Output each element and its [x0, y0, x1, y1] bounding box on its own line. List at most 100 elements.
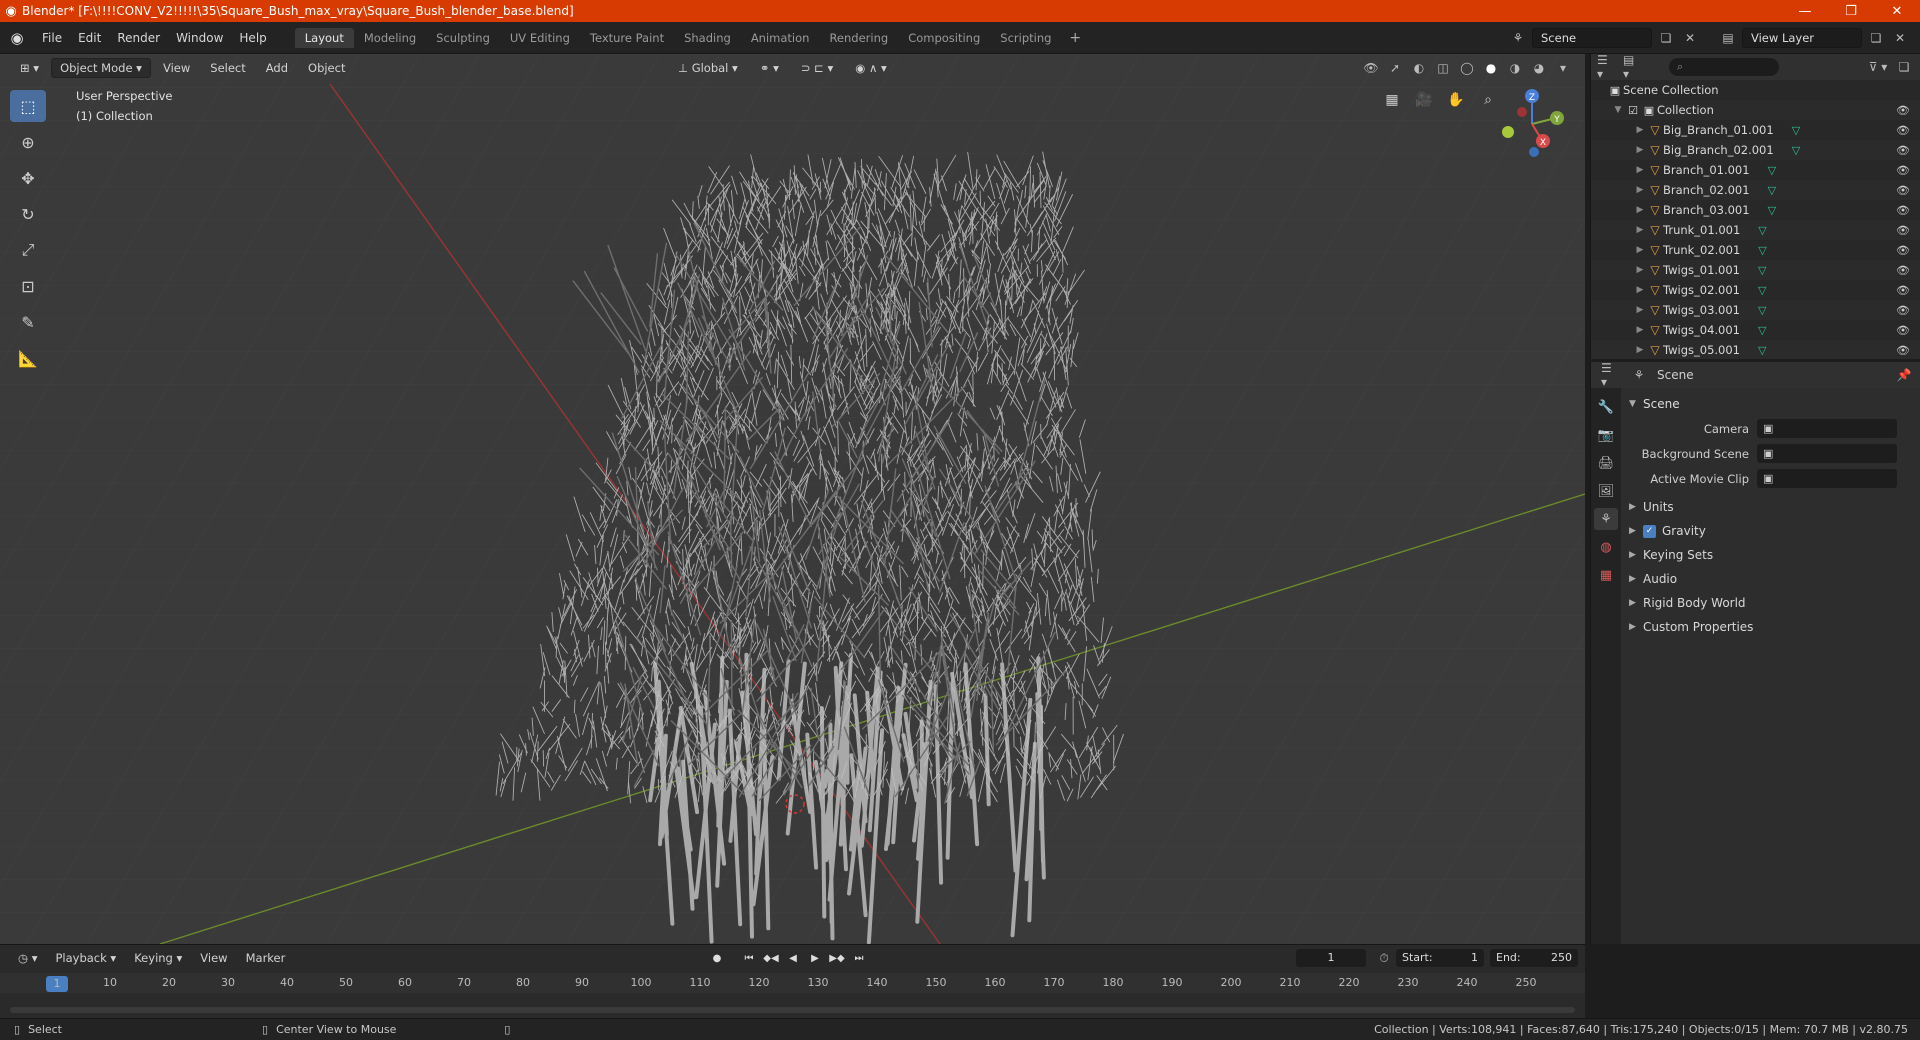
eye-icon[interactable]: 👁 [1896, 104, 1910, 117]
new-view-layer-icon[interactable]: ❏ [1866, 28, 1886, 48]
menu-marker[interactable]: Marker [238, 948, 294, 968]
tab-sculpting[interactable]: Sculpting [426, 28, 500, 48]
editor-type-icon[interactable]: ⊞ ▾ [12, 58, 47, 78]
outliner-editor-icon[interactable]: ☰ ▾ [1597, 54, 1617, 81]
mesh-data-icon[interactable]: ▽ [1758, 264, 1766, 277]
outliner-object-row[interactable]: ▶ ▽ Twigs_05.001 ▽ 👁 [1591, 340, 1920, 359]
menu-window[interactable]: Window [168, 31, 231, 45]
menu-keying[interactable]: Keying ▾ [126, 948, 190, 968]
jump-start-icon[interactable]: ⏮ [740, 949, 758, 967]
expand-arrow-icon[interactable]: ▶ [1633, 225, 1647, 235]
current-frame-field[interactable]: 1 [1296, 949, 1366, 967]
menu-render[interactable]: Render [109, 31, 168, 45]
outliner-object-row[interactable]: ▶ ▽ Big_Branch_02.001 ▽ 👁 [1591, 140, 1920, 160]
subpanel-header[interactable]: ▶ Audio [1623, 567, 1919, 591]
filter-icon[interactable]: ⊽ ▾ [1868, 57, 1888, 77]
scene-tab-icon[interactable]: ⚘ [1594, 508, 1618, 530]
outliner-object-row[interactable]: ▶ ▽ Branch_01.001 ▽ 👁 [1591, 160, 1920, 180]
scene-section-header[interactable]: ▼ Scene [1623, 392, 1919, 416]
record-icon[interactable]: ● [708, 949, 726, 967]
expand-arrow-icon[interactable]: ▶ [1633, 205, 1647, 215]
subpanel-header[interactable]: ▶ Units [1623, 495, 1919, 519]
scale-tool-icon[interactable]: ⤢ [10, 234, 46, 266]
expand-arrow-icon[interactable]: ▶ [1633, 245, 1647, 255]
eye-icon[interactable]: 👁 [1896, 344, 1910, 357]
navigation-gizmo[interactable]: Z Y X [1490, 84, 1570, 164]
minimize-button[interactable]: — [1782, 0, 1828, 22]
eye-icon[interactable]: 👁 [1896, 304, 1910, 317]
display-mode-icon[interactable]: ▤ ▾ [1623, 54, 1643, 81]
eye-icon[interactable]: 👁 [1896, 124, 1910, 137]
tab-modeling[interactable]: Modeling [354, 28, 426, 48]
output-tab-icon[interactable]: 🖨 [1594, 452, 1618, 474]
transform-tool-icon[interactable]: ⊡ [10, 270, 46, 302]
timeline-editor-icon[interactable]: ◷ ▾ [10, 948, 45, 968]
menu-select[interactable]: Select [202, 58, 253, 78]
stopwatch-icon[interactable]: ⏱ [1374, 948, 1394, 968]
menu-help[interactable]: Help [231, 31, 274, 45]
outliner-object-row[interactable]: ▶ ▽ Branch_03.001 ▽ 👁 [1591, 200, 1920, 220]
rendered-shading-icon[interactable]: ◕ [1529, 58, 1549, 78]
tab-scripting[interactable]: Scripting [990, 28, 1061, 48]
tab-shading[interactable]: Shading [674, 28, 741, 48]
close-button[interactable]: ✕ [1874, 0, 1920, 22]
outliner-object-row[interactable]: ▶ ▽ Trunk_01.001 ▽ 👁 [1591, 220, 1920, 240]
expand-arrow-icon[interactable]: ▶ [1633, 305, 1647, 315]
outliner-object-row[interactable]: ▶ ▽ Twigs_04.001 ▽ 👁 [1591, 320, 1920, 340]
scene-field[interactable]: Scene [1532, 27, 1652, 48]
eye-icon[interactable]: 👁 [1896, 184, 1910, 197]
material-shading-icon[interactable]: ◑ [1505, 58, 1525, 78]
scene-icon[interactable]: ⚘ [1508, 28, 1528, 48]
rotate-tool-icon[interactable]: ↻ [10, 198, 46, 230]
grid-toggle-icon[interactable]: ▦ [1380, 88, 1404, 112]
xray-icon[interactable]: ◫ [1433, 58, 1453, 78]
mesh-data-icon[interactable]: ▽ [1758, 224, 1766, 237]
mesh-data-icon[interactable]: ▽ [1768, 184, 1776, 197]
blender-menu-icon[interactable]: ◉ [0, 29, 34, 47]
checkbox-icon[interactable]: ☑ [1625, 104, 1641, 117]
tab-rendering[interactable]: Rendering [819, 28, 898, 48]
pivot-icon[interactable]: ⚭ ▾ [752, 58, 787, 78]
mesh-data-icon[interactable]: ▽ [1758, 344, 1766, 357]
expand-arrow-icon[interactable]: ▶ [1633, 145, 1647, 155]
property-value-field[interactable]: ▣ [1757, 444, 1897, 463]
tab-uv-editing[interactable]: UV Editing [500, 28, 580, 48]
shading-options-icon[interactable]: ▾ [1553, 58, 1573, 78]
tab-layout[interactable]: Layout [294, 27, 354, 48]
frame-ruler[interactable]: 1 10 20 30 40 50 60 70 80 90 100 110 120 130 140 150 16… [0, 973, 1585, 993]
eye-icon[interactable]: 👁 [1896, 224, 1910, 237]
render-tab-icon[interactable]: 📷 [1594, 424, 1618, 446]
menu-view[interactable]: View [155, 58, 198, 78]
texture-tab-icon[interactable]: ▦ [1594, 564, 1618, 586]
eye-icon[interactable]: 👁 [1896, 144, 1910, 157]
subpanel-header[interactable]: ▶ Keying Sets [1623, 543, 1919, 567]
outliner-object-row[interactable]: ▶ ▽ Branch_02.001 ▽ 👁 [1591, 180, 1920, 200]
move-tool-icon[interactable]: ✥ [10, 162, 46, 194]
annotate-tool-icon[interactable]: ✎ [10, 306, 46, 338]
tab-compositing[interactable]: Compositing [898, 28, 990, 48]
collection-row[interactable]: ▼ ☑ ▣ Collection 👁 [1591, 100, 1920, 120]
menu-edit[interactable]: Edit [70, 31, 109, 45]
mode-dropdown[interactable]: Object Mode ▾ [51, 58, 151, 78]
expand-arrow-icon[interactable]: ▶ [1633, 125, 1647, 135]
play-icon[interactable]: ▶ [806, 949, 824, 967]
menu-file[interactable]: File [34, 31, 70, 45]
timeline-scrollbar[interactable] [10, 1007, 1575, 1013]
view-layer-tab-icon[interactable]: 🖼 [1594, 480, 1618, 502]
snap-icon[interactable]: ⊃ ⊏ ▾ [793, 58, 841, 78]
outliner-object-row[interactable]: ▶ ▽ Twigs_03.001 ▽ 👁 [1591, 300, 1920, 320]
camera-view-icon[interactable]: 🎥 [1412, 88, 1436, 112]
cursor-tool-icon[interactable]: ⊕ [10, 126, 46, 158]
menu-object[interactable]: Object [300, 58, 353, 78]
jump-keyframe-forward-icon[interactable]: ▶◆ [828, 949, 846, 967]
menu-timeline-view[interactable]: View [192, 948, 235, 968]
visibility-icon[interactable]: 👁 [1361, 58, 1381, 78]
orientation-dropdown[interactable]: ⊥ Global ▾ [670, 58, 746, 78]
pin-icon[interactable]: 📌 [1894, 365, 1914, 385]
pan-hand-icon[interactable]: ✋ [1444, 88, 1468, 112]
menu-add[interactable]: Add [258, 58, 296, 78]
delete-scene-icon[interactable]: ✕ [1680, 28, 1700, 48]
expand-arrow-icon[interactable]: ▶ [1633, 185, 1647, 195]
eye-icon[interactable]: 👁 [1896, 264, 1910, 277]
expand-arrow-icon[interactable]: ▶ [1633, 345, 1647, 355]
